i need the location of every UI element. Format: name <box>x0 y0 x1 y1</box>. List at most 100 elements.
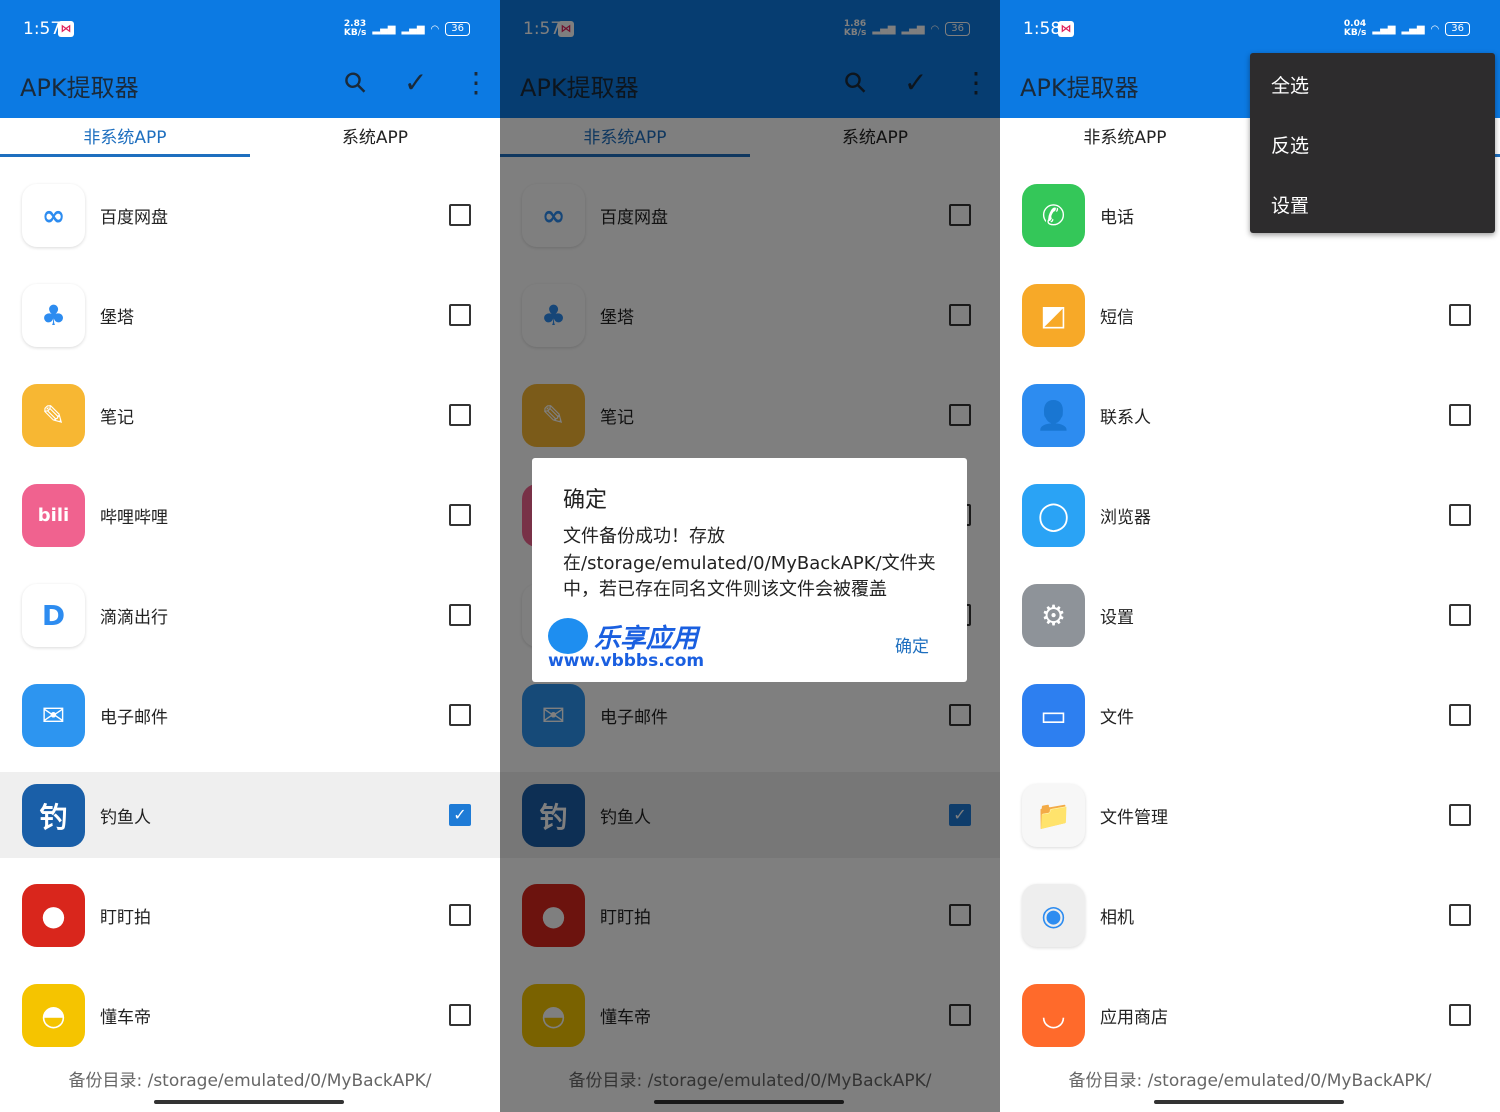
watermark-logo: 乐享应用 www.vbbbs.com <box>548 618 704 671</box>
didi-icon: D <box>22 584 85 647</box>
app-list-item[interactable]: ▭ 文件 <box>1000 672 1500 758</box>
app-list-item[interactable]: bili 哔哩哔哩 <box>0 472 500 558</box>
network-speed: 0.04 KB/s <box>1344 20 1366 38</box>
app-name: 电子邮件 <box>100 708 168 728</box>
app-list-item[interactable]: ◓ 懂车帝 <box>0 972 500 1058</box>
signal-icon: ▂▄▆ <box>372 23 396 35</box>
status-bar: 1:58 ⋈ 0.04 KB/s ▂▄▆ ▂▄▆ ◠ 36 <box>1000 0 1500 60</box>
tab-non-system-app[interactable]: 非系统APP <box>0 118 250 158</box>
baidu-netdisk-icon: ∞ <box>22 184 85 247</box>
app-bar: APK提取器 ⚲ ✓ ⋮ <box>0 60 500 118</box>
notes-icon: ✎ <box>22 384 85 447</box>
app-name: 短信 <box>1100 308 1134 328</box>
app-name: 电话 <box>1100 208 1134 228</box>
app-name: 盯盯拍 <box>100 908 151 928</box>
app-list-item[interactable]: ✎ 笔记 <box>0 372 500 458</box>
dialog-ok-button[interactable]: 确定 <box>895 632 929 657</box>
app-name: 笔记 <box>100 408 134 428</box>
checkbox[interactable] <box>1449 704 1471 726</box>
checkbox[interactable] <box>1449 604 1471 626</box>
backup-directory: 备份目录: /storage/emulated/0/MyBackAPK/ <box>68 1071 432 1091</box>
app-name: 浏览器 <box>1100 508 1151 528</box>
app-name: 钓鱼人 <box>100 808 151 828</box>
app-list-item[interactable]: 👤 联系人 <box>1000 372 1500 458</box>
check-icon[interactable]: ✓ <box>404 66 427 99</box>
menu-item-select-all[interactable]: 全选 <box>1271 71 1309 98</box>
checkbox[interactable] <box>449 504 471 526</box>
app-list-item[interactable]: ◡ 应用商店 <box>1000 972 1500 1058</box>
home-indicator[interactable] <box>1154 1100 1344 1104</box>
speed-unit: KB/s <box>1343 28 1367 38</box>
checkbox[interactable] <box>1449 404 1471 426</box>
messages-icon: ◩ <box>1022 284 1085 347</box>
checkbox[interactable] <box>449 1004 471 1026</box>
checkbox[interactable] <box>449 704 471 726</box>
tab-system-app[interactable]: 系统APP <box>250 118 500 158</box>
app-title: APK提取器 <box>1020 74 1139 102</box>
phone-screen-2: 1:57⋈1.86KB/s▂▄▆▂▄▆◠36APK提取器⚲✓⋮非系统APP系统A… <box>500 0 1000 1112</box>
home-indicator[interactable] <box>154 1100 344 1104</box>
app-name: 懂车帝 <box>100 1008 151 1028</box>
app-title: APK提取器 <box>20 74 139 102</box>
checkbox[interactable] <box>449 904 471 926</box>
phone-screen-3: 1:58⋈0.04KB/s▂▄▆▂▄▆◠36APK提取器⚲✓⋮非系统APP系统A… <box>1000 0 1500 1112</box>
app-name: 文件 <box>1100 708 1134 728</box>
checkbox[interactable] <box>1449 1004 1471 1026</box>
ddpai-icon: ● <box>22 884 85 947</box>
wifi-icon: ◠ <box>1430 23 1440 35</box>
phone-screen-1: 1:57 ⋈ 2.83 KB/s ▂▄▆ ▂▄▆ ◠ 36 APK提取器 ⚲ ✓ ⋮ 非系统APP 系统A… <box>0 0 500 1112</box>
app-store-icon: ◡ <box>1022 984 1085 1047</box>
battery-icon: 36 <box>445 22 470 36</box>
overflow-menu: 全选 反选 设置 <box>1250 53 1495 233</box>
speed-unit: KB/s <box>343 28 367 38</box>
app-list-item[interactable]: ⚙ 设置 <box>1000 572 1500 658</box>
files-icon: ▭ <box>1022 684 1085 747</box>
settings-icon: ⚙ <box>1022 584 1085 647</box>
checkbox[interactable] <box>1449 304 1471 326</box>
checkbox[interactable] <box>449 204 471 226</box>
app-name: 滴滴出行 <box>100 608 168 628</box>
app-list-item[interactable]: 📁 文件管理 <box>1000 772 1500 858</box>
status-icons: 0.04 KB/s ▂▄▆ ▂▄▆ ◠ 36 <box>1344 20 1470 38</box>
app-list-item[interactable]: D 滴滴出行 <box>0 572 500 658</box>
app-name: 联系人 <box>1100 408 1151 428</box>
notification-icon: ⋈ <box>1058 21 1074 37</box>
app-name: 百度网盘 <box>100 208 168 228</box>
dialog-title: 确定 <box>563 488 608 513</box>
dongchedi-icon: ◓ <box>22 984 85 1047</box>
checkbox[interactable] <box>449 604 471 626</box>
browser-icon: ◯ <box>1022 484 1085 547</box>
confirm-dialog: 确定文件备份成功！存放在/storage/emulated/0/MyBackAP… <box>532 458 967 682</box>
app-list-item[interactable]: ✉ 电子邮件 <box>0 672 500 758</box>
menu-item-invert-selection[interactable]: 反选 <box>1271 131 1309 158</box>
contacts-icon: 👤 <box>1022 384 1085 447</box>
status-time: 1:58 <box>1023 19 1062 39</box>
app-list-item[interactable]: ◩ 短信 <box>1000 272 1500 358</box>
checkbox[interactable] <box>449 404 471 426</box>
app-list-item[interactable]: ● 盯盯拍 <box>0 872 500 958</box>
camera-icon: ◉ <box>1022 884 1085 947</box>
app-list-item[interactable]: 钓钓鱼人 ✓ <box>0 772 500 858</box>
status-bar: 1:57 ⋈ 2.83 KB/s ▂▄▆ ▂▄▆ ◠ 36 <box>0 0 500 60</box>
checkbox[interactable] <box>1449 804 1471 826</box>
app-list-item[interactable]: ◯ 浏览器 <box>1000 472 1500 558</box>
checkbox-checked[interactable]: ✓ <box>449 804 471 826</box>
dialog-message: 文件备份成功！存放在/storage/emulated/0/MyBackAPK/… <box>563 526 936 600</box>
search-icon[interactable]: ⚲ <box>336 64 374 102</box>
battery-icon: 36 <box>1445 22 1470 36</box>
tab-bar: 非系统APP系统APP <box>0 118 500 158</box>
app-name: 相机 <box>1100 908 1134 928</box>
more-vert-icon[interactable]: ⋮ <box>462 66 490 99</box>
email-icon: ✉ <box>22 684 85 747</box>
app-list-item[interactable]: ♣ 堡塔 <box>0 272 500 358</box>
app-name: 文件管理 <box>1100 808 1168 828</box>
checkbox[interactable] <box>449 304 471 326</box>
app-list-item[interactable]: ∞ 百度网盘 <box>0 172 500 258</box>
checkbox[interactable] <box>1449 504 1471 526</box>
status-icons: 2.83 KB/s ▂▄▆ ▂▄▆ ◠ 36 <box>344 20 470 38</box>
menu-item-settings[interactable]: 设置 <box>1271 191 1309 218</box>
tab-indicator <box>0 154 250 157</box>
app-list-item[interactable]: ◉ 相机 <box>1000 872 1500 958</box>
checkbox[interactable] <box>1449 904 1471 926</box>
tab-non-system-app[interactable]: 非系统APP <box>1000 118 1250 158</box>
